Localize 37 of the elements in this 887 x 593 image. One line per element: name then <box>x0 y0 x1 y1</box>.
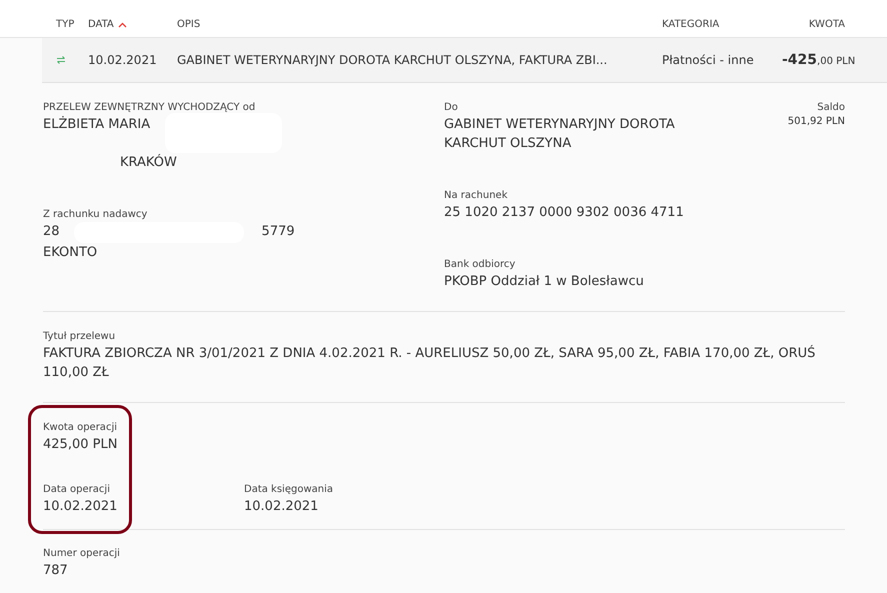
field-label: Kwota operacji <box>43 421 118 435</box>
field-value: PKOBP Oddział 1 w Bolesławcu <box>444 273 645 291</box>
field-value: 10.02.2021 <box>244 498 320 516</box>
account-suffix: 5779 <box>262 223 295 241</box>
field-label: Data księgowania <box>244 483 334 497</box>
transfer-arrows-icon <box>56 55 66 65</box>
field-value: 25 1020 2137 0000 9302 0036 4711 <box>444 204 685 222</box>
transfer-title: FAKTURA ZBIORCZA NR 3/01/2021 Z DNIA 4.02.2021 R. - AURELIUSZ 50,00 ZŁ, SARA 95,00 ZŁ, FABIA 170,00 ZŁ, ORUŚ 110,00 ZŁ <box>43 344 816 382</box>
transaction-row[interactable]: 10.02.2021 GABINET WETERYNARYJNY DOROTA KARCHUT OLSZYNA, FAKTURA ZBI... Płatności - inne -425,00 PLN <box>42 38 887 83</box>
field-label: Data operacji <box>43 483 111 497</box>
category-text: Płatności - inne <box>662 53 755 67</box>
column-header[interactable]: OPIS <box>177 19 200 30</box>
field-label: Bank odbiorcy <box>444 258 516 272</box>
account-name: EKONTO <box>43 244 98 262</box>
balance-value: 501,92 PLN <box>788 115 845 129</box>
column-header[interactable]: KWOTA <box>808 19 845 30</box>
field-label: Tytuł przelewu <box>43 330 116 344</box>
field-label: Saldo <box>816 101 845 115</box>
field-label: Do <box>444 101 459 115</box>
field-value: 787 <box>43 562 69 580</box>
field-label: Z rachunku nadawcy <box>43 208 148 222</box>
column-header[interactable]: DATA <box>88 19 114 30</box>
sender-name: ELŻBIETA MARIA <box>43 115 152 134</box>
column-header[interactable]: KATEGORIA <box>662 19 720 30</box>
recipient-name-line: GABINET WETERYNARYJNY DOROTA <box>444 116 676 134</box>
field-label: Na rachunek <box>444 189 508 203</box>
description-text: GABINET WETERYNARYJNY DOROTA KARCHUT OLSZYNA, FAKTURA ZBI... <box>177 53 608 67</box>
amount-text: -425,00 PLN <box>782 52 856 68</box>
account-prefix: 28 <box>43 223 60 241</box>
field-label: PRZELEW ZEWNĘTRZNY WYCHODZĄCY od <box>43 101 256 115</box>
field-label: Numer operacji <box>43 547 121 561</box>
field-value: 425,00 PLN <box>43 436 118 454</box>
sender-city: KRAKÓW <box>119 153 178 172</box>
recipient-name-line: KARCHUT OLSZYNA <box>444 135 572 153</box>
field-value: 10.02.2021 <box>43 498 118 516</box>
date-text: 10.02.2021 <box>88 53 158 67</box>
column-header[interactable]: TYP <box>56 19 74 30</box>
